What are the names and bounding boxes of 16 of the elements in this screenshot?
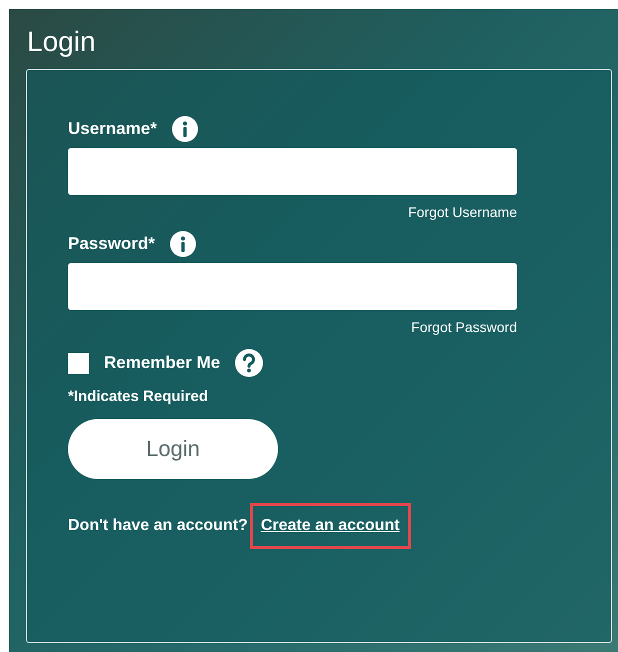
field-label: Username* xyxy=(68,118,157,140)
input-field[interactable] xyxy=(68,148,517,195)
info-icon[interactable] xyxy=(170,115,199,143)
signup-prompt: Don't have an account? xyxy=(68,516,248,536)
help-icon[interactable] xyxy=(234,348,264,378)
forgot-link[interactable]: Forgot Password xyxy=(373,316,517,338)
create-account-link[interactable]: Create an account xyxy=(250,502,411,548)
input-field[interactable] xyxy=(68,263,517,310)
login-button[interactable]: Login xyxy=(68,418,278,478)
page-title: Login xyxy=(27,25,96,59)
remember-label: Remember Me xyxy=(104,352,220,374)
required-note: *Indicates Required xyxy=(68,387,210,407)
remember-checkbox[interactable] xyxy=(68,352,89,374)
field-label: Password* xyxy=(68,233,155,256)
forgot-link[interactable]: Forgot Username xyxy=(373,201,517,223)
info-icon[interactable] xyxy=(168,230,197,258)
